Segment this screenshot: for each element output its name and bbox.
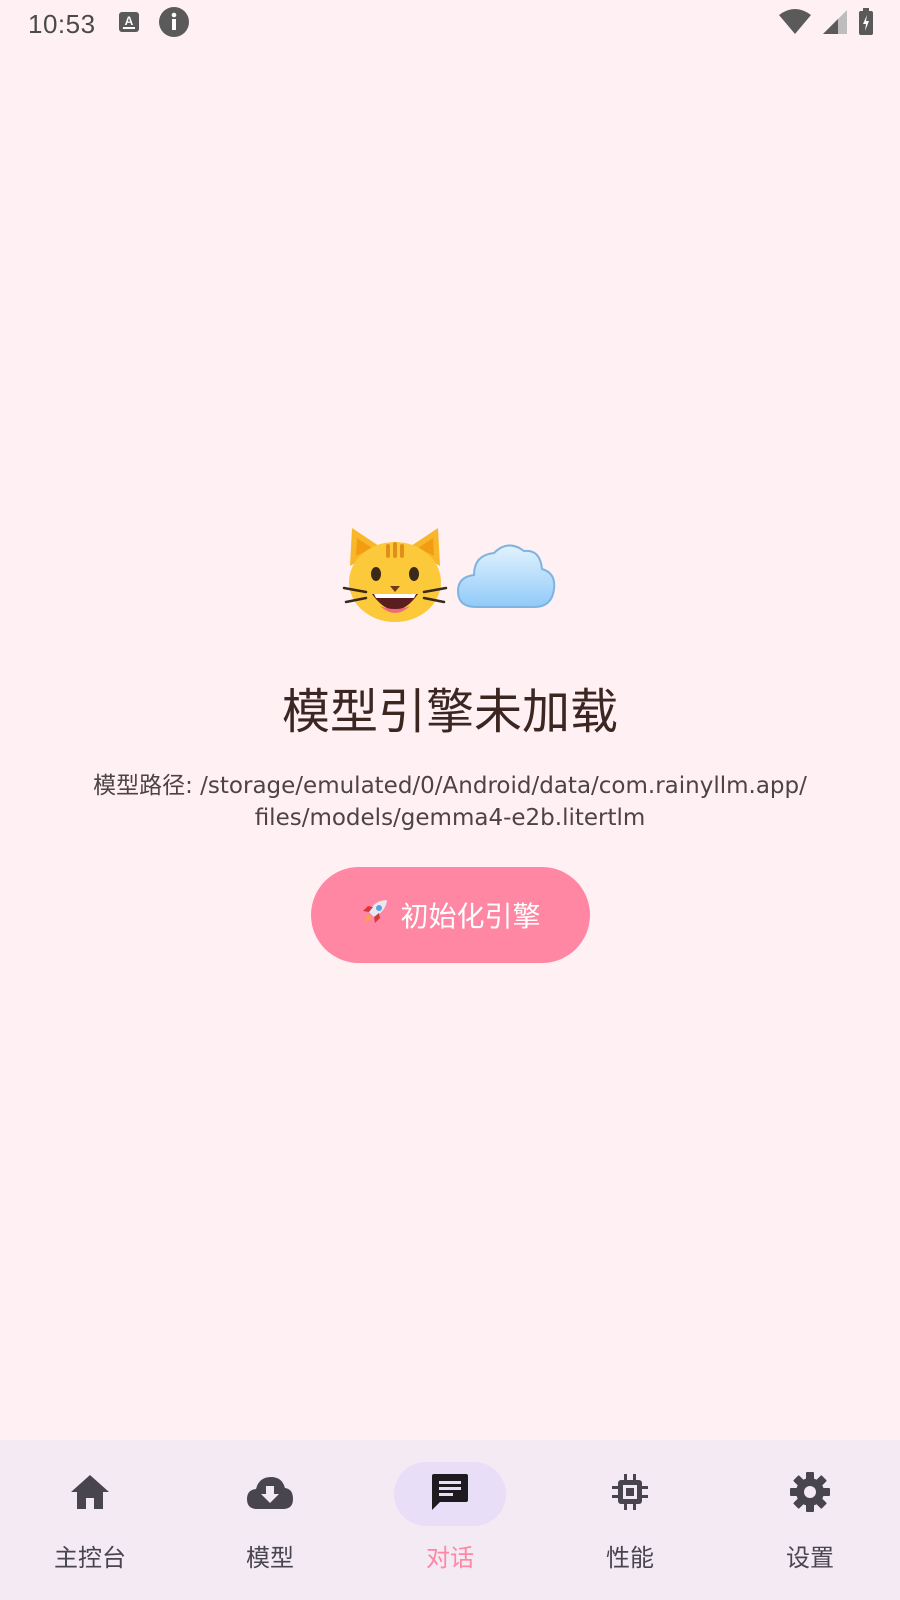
cloud-icon xyxy=(454,537,558,617)
model-path-line-2: files/models/gemma4-e2b.litertlm xyxy=(254,805,646,831)
status-bar: 10:53 A xyxy=(0,0,900,48)
nav-icon-container xyxy=(214,1462,326,1526)
cell-signal-icon xyxy=(822,9,848,39)
nav-item-dashboard[interactable]: 主控台 xyxy=(0,1440,180,1600)
svg-text:A: A xyxy=(124,14,133,28)
nav-item-settings[interactable]: 设置 xyxy=(720,1440,900,1600)
nav-item-models[interactable]: 模型 xyxy=(180,1440,360,1600)
nav-icon-container xyxy=(574,1462,686,1526)
init-engine-button[interactable]: 初始化引擎 xyxy=(311,867,590,963)
nav-icon-container xyxy=(34,1462,146,1526)
nav-label-performance: 性能 xyxy=(606,1544,654,1572)
mascot-emoji-row xyxy=(0,526,900,628)
model-path-line-1: 模型路径: /storage/emulated/0/Android/data/c… xyxy=(93,773,807,799)
wifi-icon xyxy=(778,9,812,39)
cat-face-icon xyxy=(342,526,448,628)
bottom-navigation: 主控台 模型 对话 性能 设置 xyxy=(0,1440,900,1600)
battery-icon xyxy=(858,8,874,40)
home-icon xyxy=(69,1472,111,1516)
engine-status-title: 模型引擎未加载 xyxy=(281,684,618,740)
model-path-text: 模型路径: /storage/emulated/0/Android/data/c… xyxy=(60,770,840,834)
init-engine-label: 初始化引擎 xyxy=(400,901,541,932)
status-time: 10:53 xyxy=(28,8,96,39)
chip-icon xyxy=(610,1472,650,1516)
nav-label-chat: 对话 xyxy=(426,1544,474,1572)
keyboard-notification-icon: A xyxy=(118,11,140,37)
cloud-download-icon xyxy=(245,1473,295,1515)
gear-icon xyxy=(789,1471,831,1517)
nav-icon-container xyxy=(754,1462,866,1526)
nav-label-models: 模型 xyxy=(246,1544,294,1572)
rocket-icon xyxy=(360,897,390,934)
status-system-icons xyxy=(778,8,874,40)
chat-icon xyxy=(430,1472,470,1516)
nav-icon-container-active xyxy=(394,1462,506,1526)
nav-label-settings: 设置 xyxy=(786,1544,834,1572)
nav-item-performance[interactable]: 性能 xyxy=(540,1440,720,1600)
status-notification-icons: A xyxy=(118,6,190,42)
chat-main-area: 模型引擎未加载 模型路径: /storage/emulated/0/Androi… xyxy=(0,48,900,1440)
nav-label-dashboard: 主控台 xyxy=(54,1544,126,1572)
nav-item-chat[interactable]: 对话 xyxy=(360,1440,540,1600)
status-left: 10:53 A xyxy=(28,6,190,42)
info-icon xyxy=(158,6,190,42)
